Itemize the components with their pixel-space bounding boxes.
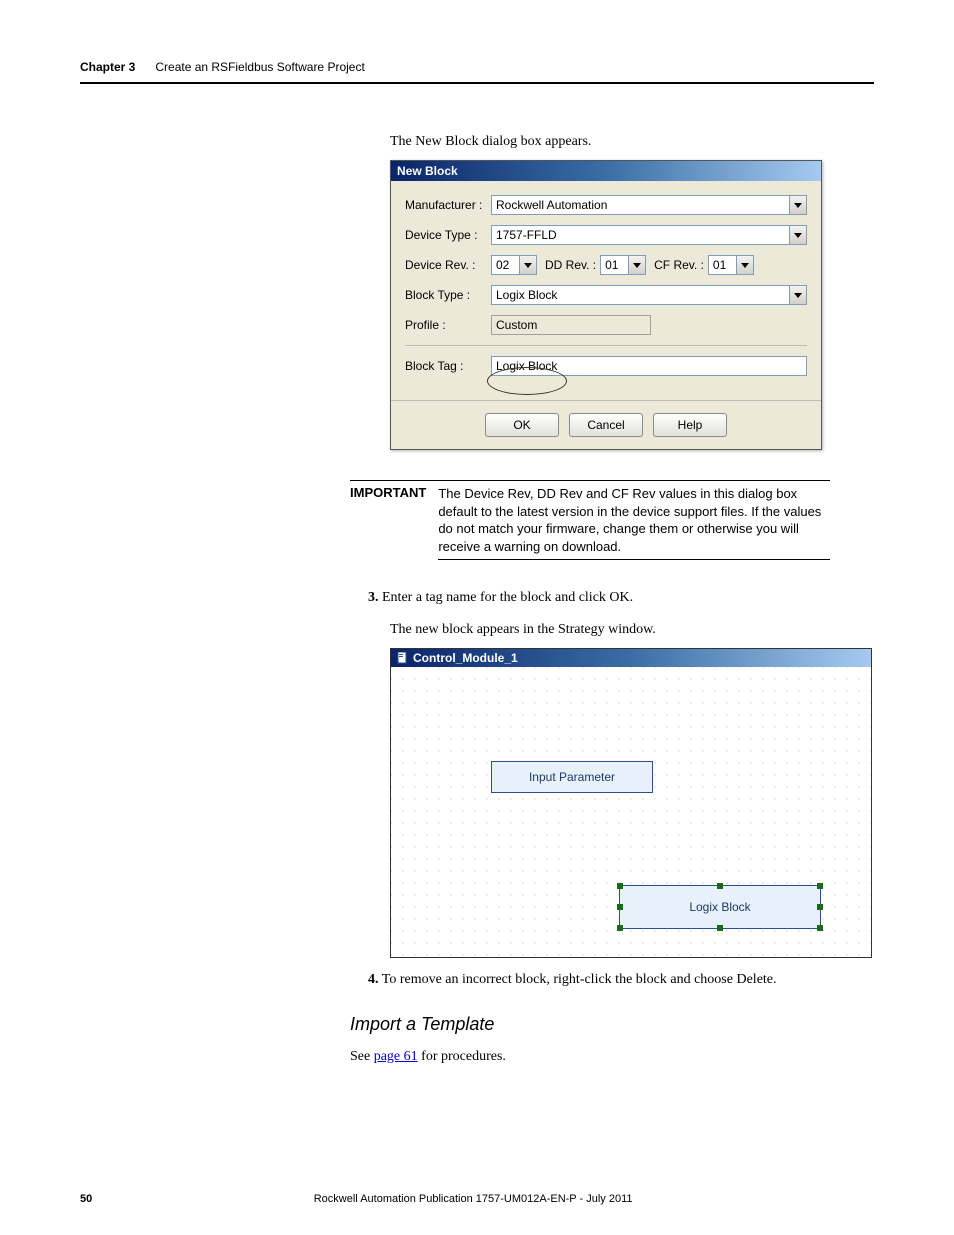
- profile-label: Profile :: [405, 318, 491, 332]
- step-text: To remove an incorrect block, right-clic…: [382, 972, 777, 987]
- device-rev-label: Device Rev. :: [405, 258, 491, 272]
- block-label: Logix Block: [689, 900, 750, 914]
- block-tag-label: Block Tag :: [405, 359, 491, 373]
- block-label: Input Parameter: [529, 770, 615, 784]
- important-note: IMPORTANT The Device Rev, DD Rev and CF …: [350, 480, 830, 560]
- manufacturer-value: Rockwell Automation: [496, 198, 607, 212]
- document-icon: [397, 652, 409, 664]
- chevron-down-icon: [794, 293, 802, 298]
- cancel-button[interactable]: Cancel: [569, 413, 643, 437]
- header-rule: [80, 82, 874, 84]
- strategy-canvas[interactable]: Input Parameter Logix Block: [391, 667, 871, 957]
- dd-rev-label: DD Rev. :: [545, 258, 596, 272]
- see-prefix: See: [350, 1049, 374, 1064]
- block-tag-input[interactable]: Logix Block: [491, 356, 807, 376]
- strategy-titlebar: Control_Module_1: [391, 649, 871, 667]
- new-block-dialog: New Block Manufacturer : Rockwell Automa…: [390, 160, 822, 450]
- cf-rev-combo[interactable]: 01: [708, 255, 754, 275]
- block-tag-value: Logix Block: [496, 359, 557, 373]
- profile-value: Custom: [496, 318, 537, 332]
- step-4: 4. To remove an incorrect block, right-c…: [368, 972, 874, 988]
- page-footer: 50 Rockwell Automation Publication 1757-…: [80, 1193, 874, 1205]
- device-type-value: 1757-FFLD: [496, 228, 557, 242]
- chevron-down-icon: [524, 263, 532, 268]
- post-step3-text: The new block appears in the Strategy wi…: [390, 622, 874, 638]
- dialog-titlebar: New Block: [391, 161, 821, 181]
- device-rev-value: 02: [496, 258, 509, 272]
- step-number: 4.: [368, 972, 379, 987]
- dropdown-button[interactable]: [789, 196, 806, 214]
- dropdown-button[interactable]: [628, 256, 645, 274]
- help-button[interactable]: Help: [653, 413, 727, 437]
- see-page-text: See page 61 for procedures.: [350, 1049, 874, 1065]
- dd-rev-combo[interactable]: 01: [600, 255, 646, 275]
- strategy-title-text: Control_Module_1: [413, 651, 518, 665]
- profile-field: Custom: [491, 315, 651, 335]
- important-label: IMPORTANT: [350, 480, 438, 560]
- import-template-heading: Import a Template: [350, 1014, 874, 1035]
- see-suffix: for procedures.: [418, 1049, 506, 1064]
- dropdown-button[interactable]: [736, 256, 753, 274]
- device-rev-combo[interactable]: 02: [491, 255, 537, 275]
- step-3: 3. Enter a tag name for the block and cl…: [368, 590, 874, 606]
- chevron-down-icon: [794, 233, 802, 238]
- dd-rev-value: 01: [605, 258, 618, 272]
- page-number: 50: [80, 1193, 92, 1205]
- logix-block[interactable]: Logix Block: [619, 885, 821, 929]
- publication-info: Rockwell Automation Publication 1757-UM0…: [314, 1193, 633, 1205]
- page-link[interactable]: page 61: [374, 1049, 418, 1064]
- chapter-title: Create an RSFieldbus Software Project: [155, 60, 364, 74]
- device-type-combo[interactable]: 1757-FFLD: [491, 225, 807, 245]
- manufacturer-combo[interactable]: Rockwell Automation: [491, 195, 807, 215]
- chevron-down-icon: [741, 263, 749, 268]
- block-type-value: Logix Block: [496, 288, 557, 302]
- chevron-down-icon: [794, 203, 802, 208]
- device-type-label: Device Type :: [405, 228, 491, 242]
- block-type-combo[interactable]: Logix Block: [491, 285, 807, 305]
- input-parameter-block[interactable]: Input Parameter: [491, 761, 653, 793]
- dropdown-button[interactable]: [789, 286, 806, 304]
- ok-button[interactable]: OK: [485, 413, 559, 437]
- dropdown-button[interactable]: [789, 226, 806, 244]
- cf-rev-value: 01: [713, 258, 726, 272]
- intro-text: The New Block dialog box appears.: [390, 134, 874, 150]
- step-text: Enter a tag name for the block and click…: [382, 590, 633, 605]
- step-number: 3.: [368, 590, 379, 605]
- block-type-label: Block Type :: [405, 288, 491, 302]
- chapter-label: Chapter 3: [80, 60, 135, 74]
- chevron-down-icon: [633, 263, 641, 268]
- dropdown-button[interactable]: [519, 256, 536, 274]
- manufacturer-label: Manufacturer :: [405, 198, 491, 212]
- important-text: The Device Rev, DD Rev and CF Rev values…: [438, 480, 830, 560]
- cf-rev-label: CF Rev. :: [654, 258, 704, 272]
- strategy-window: Control_Module_1 Input Parameter Logix B…: [390, 648, 872, 958]
